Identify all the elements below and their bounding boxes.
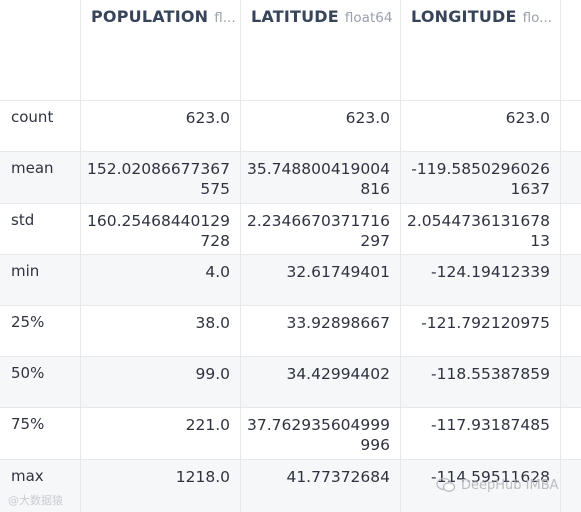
table-cell: 623.0 (241, 101, 401, 151)
row-label: 25% (0, 306, 81, 356)
row-label: 75% (0, 408, 81, 459)
column-header-longitude[interactable]: LONGITUDE flo... (401, 0, 561, 100)
overflow-column-edge (561, 408, 581, 459)
table-cell: 152.02086677367575 (81, 152, 241, 203)
table-row-25-percent: 25% 38.0 33.92898667 -121.792120975 (0, 306, 581, 357)
overflow-column-edge (561, 204, 581, 254)
table-row-mean: mean 152.02086677367575 35.7488004190048… (0, 152, 581, 204)
table-cell: 99.0 (81, 357, 241, 407)
describe-table: POPULATION fl... LATITUDE float64 LONGITUD… (0, 0, 581, 512)
column-dtype: flo... (522, 10, 553, 26)
watermark-right-text: DeepHub IMBA (461, 477, 559, 493)
table-cell: 37.762935604999996 (241, 408, 401, 459)
row-label: std (0, 204, 81, 254)
column-dtype: fl... (214, 10, 236, 26)
row-label: min (0, 255, 81, 305)
overflow-column-edge (561, 460, 581, 512)
column-name: LATITUDE (251, 7, 339, 26)
table-row-min: min 4.0 32.61749401 -124.19412339 (0, 255, 581, 306)
table-cell: 160.25468440129728 (81, 204, 241, 254)
table-cell: -117.93187485 (401, 408, 561, 459)
table-cell: 4.0 (81, 255, 241, 305)
column-name: POPULATION (91, 7, 209, 26)
table-row-count: count 623.0 623.0 623.0 (0, 101, 581, 152)
table-cell: 33.92898667 (241, 306, 401, 356)
table-row-std: std 160.25468440129728 2.234667037171629… (0, 204, 581, 255)
table-cell: -121.792120975 (401, 306, 561, 356)
index-header-cell (0, 0, 81, 100)
table-row-50-percent: 50% 99.0 34.42994402 -118.55387859 (0, 357, 581, 408)
table-cell: -119.58502960261637 (401, 152, 561, 203)
table-cell: -118.55387859 (401, 357, 561, 407)
overflow-column-edge (561, 0, 581, 100)
table-cell: 1218.0 (81, 460, 241, 512)
table-cell: 34.42994402 (241, 357, 401, 407)
table-cell: 32.61749401 (241, 255, 401, 305)
overflow-column-edge (561, 306, 581, 356)
column-dtype: float64 (344, 10, 393, 26)
table-cell: 35.748800419004816 (241, 152, 401, 203)
overflow-column-edge (561, 101, 581, 151)
table-cell: 2.2346670371716297 (241, 204, 401, 254)
column-header-latitude[interactable]: LATITUDE float64 (241, 0, 401, 100)
row-label: mean (0, 152, 81, 203)
wechat-icon (436, 477, 456, 492)
table-cell: 38.0 (81, 306, 241, 356)
table-cell: 623.0 (81, 101, 241, 151)
column-name: LONGITUDE (411, 7, 517, 26)
table-header-row: POPULATION fl... LATITUDE float64 LONGITUD… (0, 0, 581, 101)
table-cell: 41.77372684 (241, 460, 401, 512)
overflow-column-edge (561, 357, 581, 407)
table-cell: 221.0 (81, 408, 241, 459)
overflow-column-edge (561, 255, 581, 305)
table-cell: 623.0 (401, 101, 561, 151)
column-header-population[interactable]: POPULATION fl... (81, 0, 241, 100)
watermark-left: @大数据猿 (8, 494, 63, 507)
table-cell: 2.054473613167813 (401, 204, 561, 254)
table-row-75-percent: 75% 221.0 37.762935604999996 -117.931874… (0, 408, 581, 460)
row-label: 50% (0, 357, 81, 407)
row-label: count (0, 101, 81, 151)
watermark-right: DeepHub IMBA (436, 477, 559, 493)
overflow-column-edge (561, 152, 581, 203)
table-cell: -124.19412339 (401, 255, 561, 305)
